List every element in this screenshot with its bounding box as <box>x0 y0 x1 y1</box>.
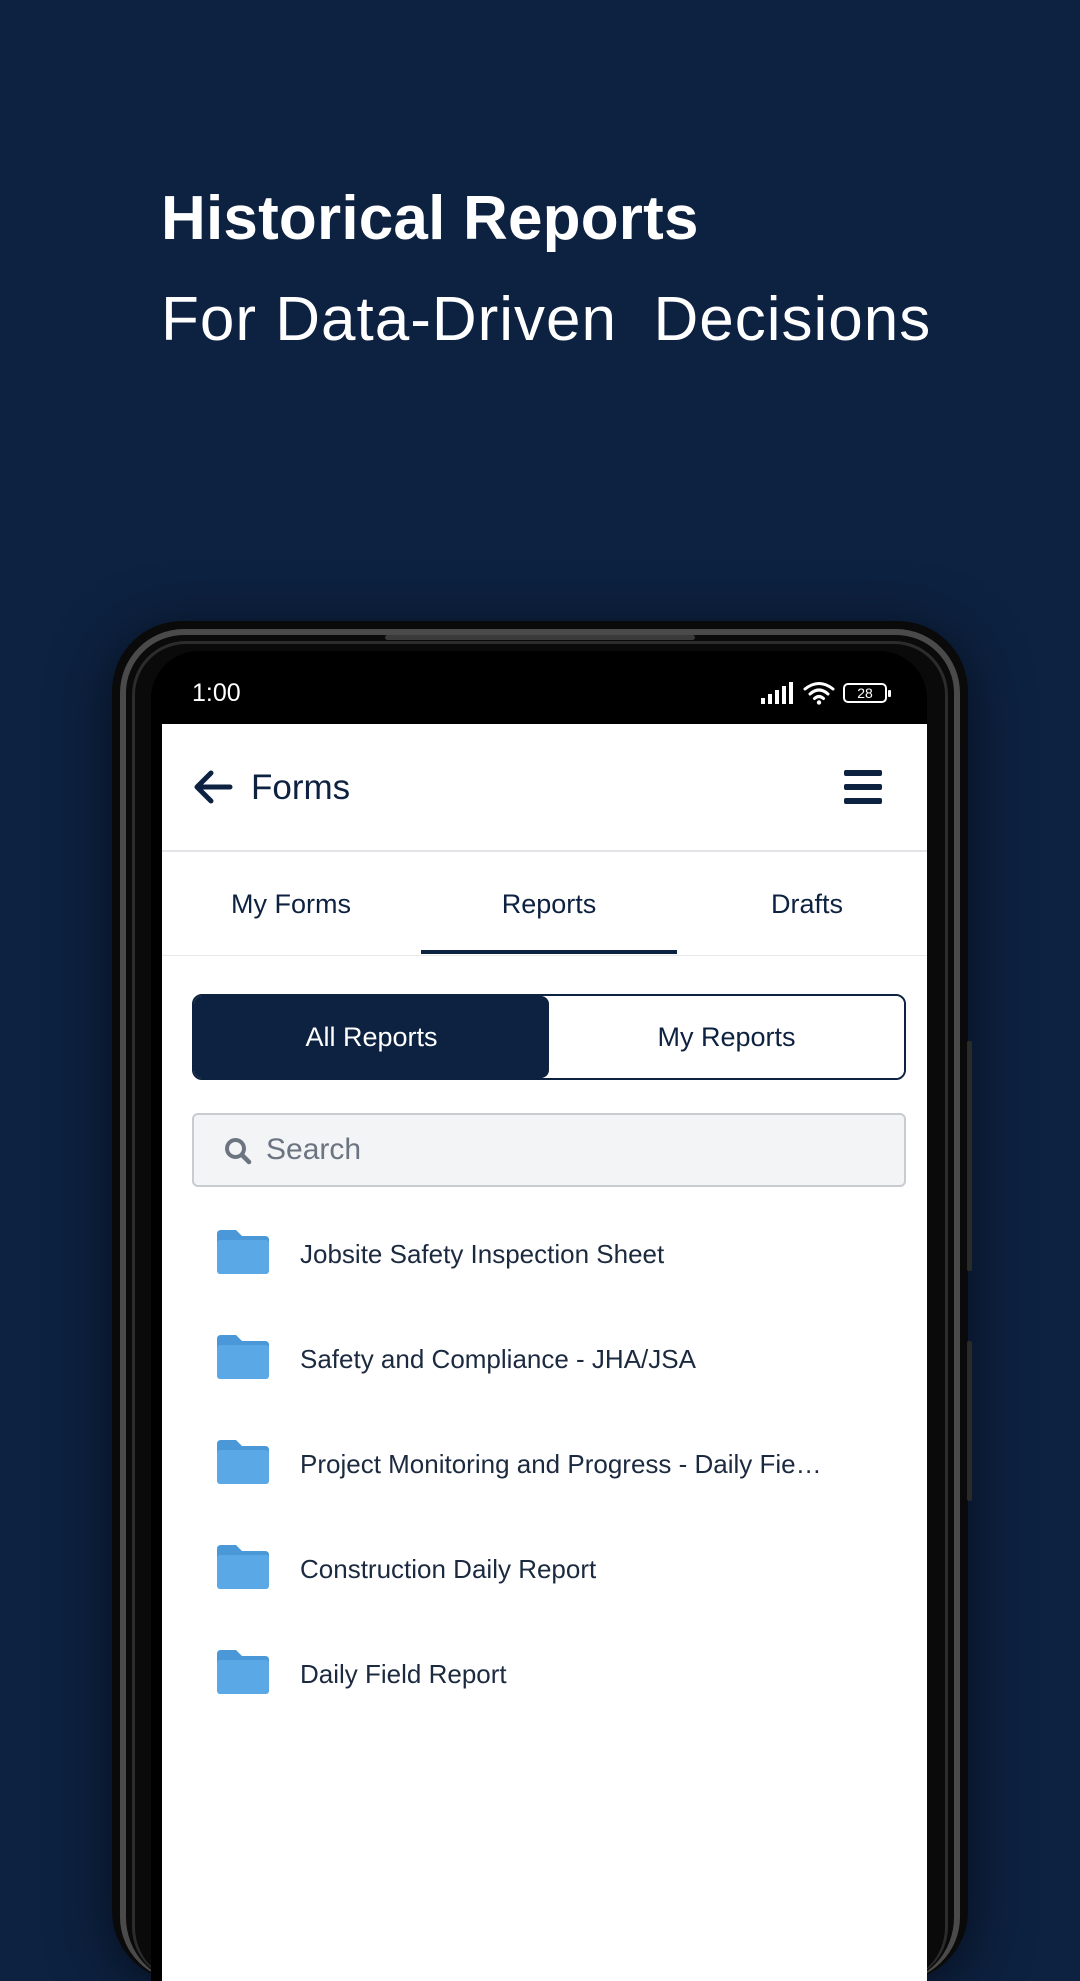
hamburger-menu-icon[interactable] <box>842 768 884 806</box>
battery-level: 28 <box>857 685 873 701</box>
search-bar <box>192 1113 906 1187</box>
search-input[interactable] <box>266 1115 886 1185</box>
status-time: 1:00 <box>192 679 241 707</box>
list-item[interactable]: Safety and Compliance - JHA/JSA <box>162 1307 927 1412</box>
tab-drafts[interactable]: Drafts <box>678 852 927 956</box>
list-item[interactable]: Jobsite Safety Inspection Sheet <box>162 1202 927 1307</box>
back-arrow-icon[interactable] <box>190 764 236 810</box>
report-name: Jobsite Safety Inspection Sheet <box>300 1239 665 1269</box>
search-icon <box>225 1138 252 1165</box>
list-item[interactable]: Project Monitoring and Progress - Daily … <box>162 1412 927 1517</box>
status-icons: 28 <box>761 681 891 705</box>
status-bar: 1:00 28 <box>151 651 927 724</box>
phone-side-button <box>967 1041 972 1271</box>
tab-bar: My Forms Reports Drafts <box>162 852 927 956</box>
battery-icon: 28 <box>843 683 891 703</box>
active-tab-indicator <box>421 950 677 954</box>
report-name: Safety and Compliance - JHA/JSA <box>300 1344 696 1374</box>
tab-my-forms[interactable]: My Forms <box>162 852 420 956</box>
page-title: Forms <box>251 768 351 807</box>
phone-screen: 1:00 28 Forms My Forms Reports Drafts Al… <box>151 651 927 1981</box>
hero-subtitle: For Data-Driven Decisions <box>161 285 932 354</box>
list-item[interactable]: Daily Field Report <box>162 1622 927 1727</box>
my-reports-button[interactable]: My Reports <box>549 996 904 1078</box>
folder-icon <box>217 1440 269 1484</box>
hero-title: Historical Reports <box>161 184 699 253</box>
signal-icon <box>761 682 793 704</box>
report-name: Project Monitoring and Progress - Daily … <box>300 1449 822 1479</box>
wifi-icon <box>803 682 835 705</box>
folder-icon <box>217 1230 269 1274</box>
phone-side-button <box>967 1341 972 1501</box>
all-reports-button[interactable]: All Reports <box>194 996 549 1078</box>
list-item[interactable]: Construction Daily Report <box>162 1517 927 1622</box>
tab-reports[interactable]: Reports <box>420 852 678 956</box>
reports-filter-toggle: All Reports My Reports <box>192 994 906 1080</box>
report-name: Construction Daily Report <box>300 1554 597 1584</box>
report-name: Daily Field Report <box>300 1659 507 1689</box>
folder-icon <box>217 1650 269 1694</box>
app-header: Forms <box>162 724 927 852</box>
phone-speaker <box>385 635 695 640</box>
app-screen: Forms My Forms Reports Drafts All Report… <box>162 724 927 1981</box>
folder-icon <box>217 1545 269 1589</box>
folder-icon <box>217 1335 269 1379</box>
phone-frame: 1:00 28 Forms My Forms Reports Drafts Al… <box>112 621 972 1981</box>
